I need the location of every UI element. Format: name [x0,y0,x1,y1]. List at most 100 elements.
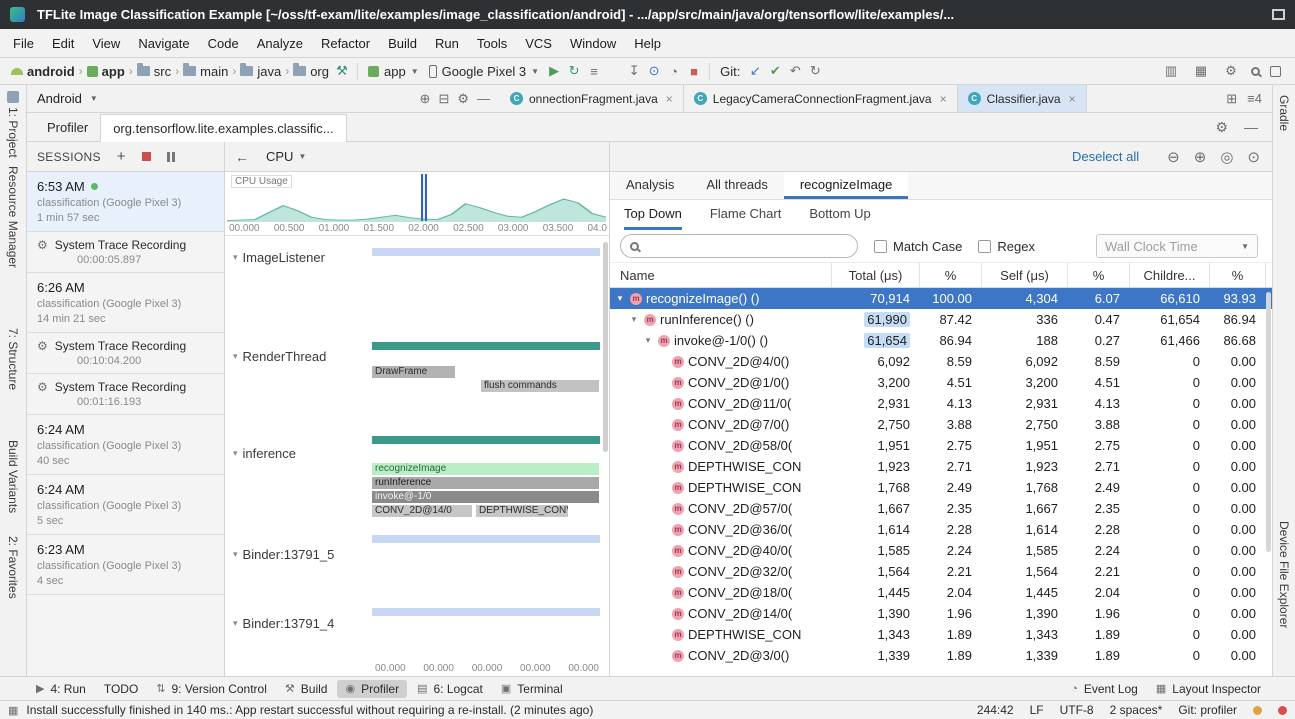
table-row[interactable]: mDEPTHWISE_CON1,7682.491,7682.4900.00 [610,477,1272,498]
toolwindow-button-vcs[interactable]: ⇅9: Version Control [148,680,275,698]
session-item[interactable]: 6:26 AMclassification (Google Pixel 3)14… [27,273,224,333]
table-row[interactable]: mCONV_2D@7/0()2,7503.882,7503.8800.00 [610,414,1272,435]
zoom-out-icon[interactable]: ⊖ [1167,148,1180,166]
minimize-icon[interactable]: — [1244,119,1258,136]
apply-changes-icon[interactable]: ↻ [564,63,584,79]
tool-strip-item[interactable]: Resource Manager [6,166,20,268]
breadcrumb-src[interactable]: src [134,64,174,79]
tab-all-threads[interactable]: All threads [690,172,783,199]
toolwindow-button-profiler[interactable]: ◉Profiler [337,680,407,698]
thread-row[interactable]: ▾Binder:13791_5 [225,527,609,604]
table-row[interactable]: ▾mrunInference() ()61,99087.423360.4761,… [610,309,1272,330]
match-case-checkbox[interactable] [874,240,887,253]
device-manager-icon[interactable]: ▥ [1161,63,1181,79]
menu-item-view[interactable]: View [83,36,129,51]
trace-bar[interactable]: DrawFrame [372,366,455,378]
filter-input[interactable] [646,239,848,254]
trace-bar[interactable]: recognizeImage [372,463,599,475]
menu-item-tools[interactable]: Tools [468,36,516,51]
zoom-in-icon[interactable]: ⊕ [1194,148,1207,166]
add-session-icon[interactable]: + [117,148,126,165]
expand-icon[interactable]: ▾ [614,293,626,304]
toolwindow-button-layout[interactable]: ▦Layout Inspector [1148,680,1269,698]
thread-row[interactable]: ▾Binder:13791_4 [225,604,609,660]
menu-item-run[interactable]: Run [426,36,468,51]
split-editor-icon[interactable]: ⊞ [1226,91,1237,107]
git-commit-icon[interactable]: ✔ [765,63,785,79]
table-row[interactable]: ▾mrecognizeImage() ()70,914100.004,3046.… [610,288,1272,309]
menu-item-navigate[interactable]: Navigate [129,36,198,51]
table-row[interactable]: mCONV_2D@1/0()3,2004.513,2004.5100.00 [610,372,1272,393]
table-scrollbar[interactable] [1266,292,1271,552]
close-icon[interactable]: × [940,92,947,106]
tab-top-down[interactable]: Top Down [624,200,682,230]
settings-gear-icon[interactable]: ⚙ [1221,63,1241,79]
encoding-indicator[interactable]: UTF-8 [1060,703,1094,717]
tool-strip-item[interactable]: Device File Explorer [1277,521,1291,628]
regex-checkbox[interactable] [978,240,991,253]
git-branch-indicator[interactable]: Git: profiler [1178,703,1237,717]
window-controls-icon[interactable] [1272,9,1285,20]
expand-icon[interactable]: ▾ [642,335,654,346]
tab-flame-chart[interactable]: Flame Chart [710,200,782,230]
stop-session-icon[interactable] [142,152,151,161]
selection-marker[interactable] [421,174,427,221]
indent-indicator[interactable]: 2 spaces* [1110,703,1163,717]
tool-strip-item[interactable]: 2: Favorites [6,536,20,599]
avd-manager-icon[interactable] [1270,66,1281,77]
filter-search-box[interactable] [620,234,858,258]
settings-gear-icon[interactable]: ⚙ [457,91,469,107]
toolwindow-button-eventlog[interactable]: ◔Event Log [1063,680,1146,698]
menu-item-window[interactable]: Window [561,36,625,51]
close-icon[interactable]: × [1069,92,1076,106]
toolwindow-button-todo[interactable]: TODO [96,680,146,698]
table-row[interactable]: mCONV_2D@18/0(1,4452.041,4452.0400.00 [610,582,1272,603]
sdk-manager-icon[interactable]: ▦ [1191,63,1211,79]
recording-item[interactable]: ⚙System Trace Recording00:10:04.200 [27,333,224,374]
trace-bar[interactable]: flush commands [481,380,599,392]
clock-type-dropdown[interactable]: Wall Clock Time ▼ [1096,234,1258,258]
profiler-tool-tab[interactable]: Profiler [35,113,100,141]
tab-bottom-up[interactable]: Bottom Up [809,200,870,230]
editor-tab[interactable]: CClassifier.java× [958,85,1087,112]
collapse-icon[interactable]: ▾ [233,351,238,362]
back-icon[interactable]: ← [235,149,249,165]
thread-row[interactable]: ▾ImageListener [225,236,609,333]
menu-item-code[interactable]: Code [199,36,248,51]
trace-bar[interactable]: DEPTHWISE_CONV_... [476,505,568,517]
column-header[interactable]: % [1210,263,1266,287]
table-row[interactable]: ▾minvoke@-1/0() ()61,65486.941880.2761,4… [610,330,1272,351]
settings-gear-icon[interactable]: ⚙ [1215,119,1228,136]
pause-session-icon[interactable] [167,152,175,162]
tool-strip-item[interactable]: Gradle [1277,95,1291,131]
search-everywhere-icon[interactable] [1251,67,1260,76]
git-update-icon[interactable]: ↙ [745,63,765,79]
recording-item[interactable]: ⚙System Trace Recording00:00:05.897 [27,232,224,273]
zoom-to-selection-icon[interactable]: ⊙ [1247,148,1260,166]
trace-bar[interactable]: runInference [372,477,599,489]
menu-item-help[interactable]: Help [625,36,670,51]
collapse-icon[interactable]: ▾ [233,549,238,560]
breadcrumb-java[interactable]: java [237,64,284,79]
locate-file-icon[interactable]: ⊕ [420,91,431,107]
menu-item-file[interactable]: File [4,36,43,51]
table-row[interactable]: mCONV_2D@40/0(1,5852.241,5852.2400.00 [610,540,1272,561]
breadcrumb-main[interactable]: main [180,64,231,79]
toolwindow-button-run[interactable]: ▶4: Run [28,680,94,698]
table-row[interactable]: mCONV_2D@3/0()1,3391.891,3391.8900.00 [610,645,1272,666]
make-project-icon[interactable]: ⚒ [332,63,352,79]
toolwindow-button-logcat[interactable]: ▤6: Logcat [409,680,491,698]
profile-app-icon[interactable]: ⊙ [644,63,664,79]
device-dropdown[interactable]: Google Pixel 3 ▼ [424,64,544,79]
notifications-bell-icon[interactable] [1253,706,1262,715]
profiler-session-tab[interactable]: org.tensorflow.lite.examples.classific..… [100,114,346,142]
git-history-icon[interactable]: ↻ [805,63,825,79]
table-row[interactable]: mDEPTHWISE_CON1,3431.891,3431.8900.00 [610,624,1272,645]
toolwindow-button-build[interactable]: ⚒Build [277,680,336,698]
hidden-tabs-dropdown[interactable]: ≡4 [1247,91,1262,106]
regex-option[interactable]: Regex [978,239,1035,254]
run-configuration-dropdown[interactable]: app ▼ [363,64,424,79]
session-item[interactable]: 6:53 AMclassification (Google Pixel 3)1 … [27,172,224,232]
cpu-usage-chart[interactable]: CPU Usage 00.00000.50001.00001.50002.000… [225,172,609,236]
collapse-icon[interactable]: ▾ [233,252,238,263]
